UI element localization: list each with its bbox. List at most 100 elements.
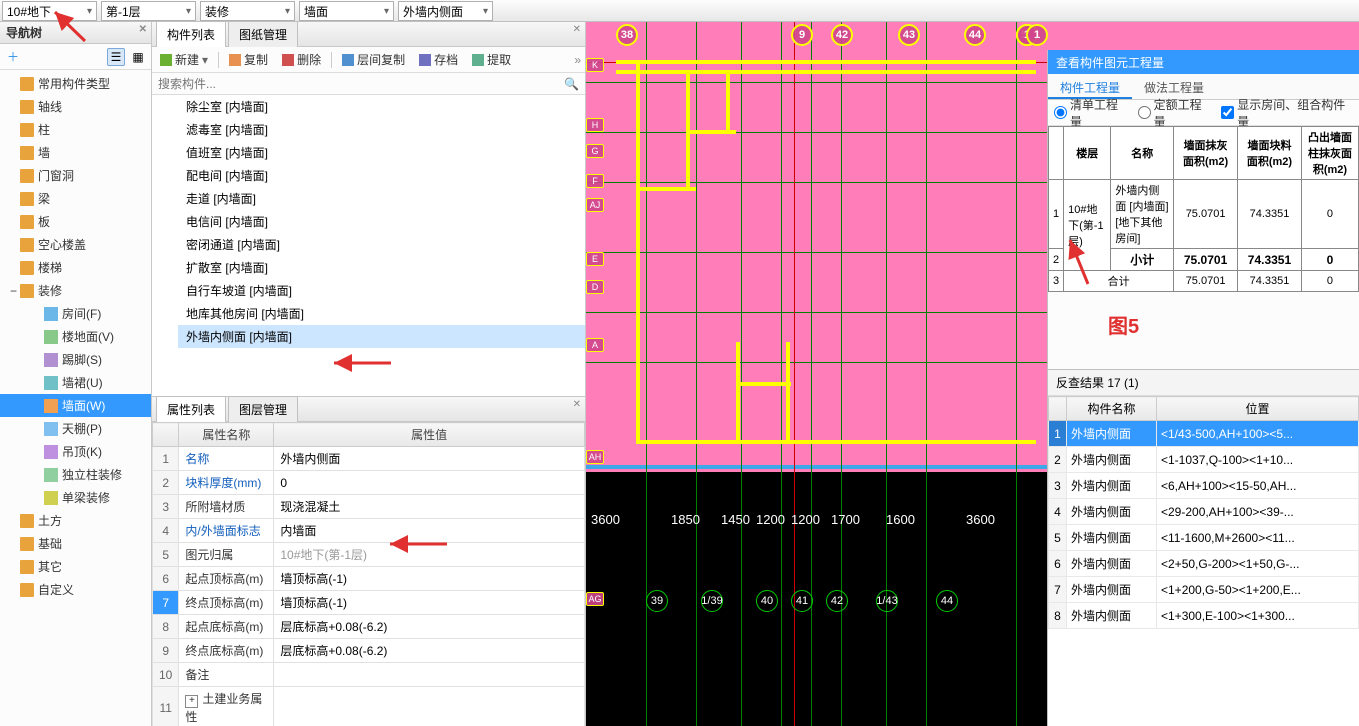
component-item[interactable]: 外墙内侧面 [内墙面] [178, 325, 585, 348]
component-item[interactable]: 除尘室 [内墙面] [178, 95, 585, 118]
component-list[interactable]: 除尘室 [内墙面]滤毒室 [内墙面]值班室 [内墙面]配电间 [内墙面]走道 [… [152, 95, 585, 396]
tree-group[interactable]: 其它 [0, 555, 151, 578]
component-item[interactable]: 自行车坡道 [内墙面] [178, 279, 585, 302]
tree-group[interactable]: 土方 [0, 509, 151, 532]
combo-type[interactable]: 墙面▾ [299, 1, 394, 21]
archive-button[interactable]: 存档 [415, 49, 462, 70]
component-item[interactable]: 值班室 [内墙面] [178, 141, 585, 164]
add-icon[interactable]: ＋ [4, 48, 22, 66]
layer-copy-button[interactable]: 层间复制 [338, 49, 409, 70]
tree-group[interactable]: 门窗洞 [0, 164, 151, 187]
folder-icon [20, 123, 34, 137]
qty-row[interactable]: 3合计75.070174.33510 [1049, 271, 1359, 292]
check-row[interactable]: 5外墙内侧面<11-1600,M+2600><11... [1049, 525, 1359, 551]
property-row[interactable]: 10备注 [153, 663, 585, 687]
new-button[interactable]: 新建 ▾ [156, 49, 212, 70]
check-row[interactable]: 1外墙内侧面<1/43-500,AH+100><5... [1049, 421, 1359, 447]
tab-property-list[interactable]: 属性列表 [156, 396, 226, 422]
tree-child[interactable]: 楼地面(V) [0, 325, 151, 348]
view-grid-icon[interactable]: ▦ [129, 48, 147, 66]
tab-component-list[interactable]: 构件列表 [156, 21, 226, 47]
combo-component[interactable]: 外墙内侧面▾ [398, 1, 493, 21]
col-prop-value: 属性值 [274, 423, 585, 447]
property-row[interactable]: 8起点底标高(m)层底标高+0.08(-6.2) [153, 615, 585, 639]
check-row[interactable]: 3外墙内侧面<6,AH+100><15-50,AH... [1049, 473, 1359, 499]
tree-child[interactable]: 房间(F) [0, 302, 151, 325]
tree-child[interactable]: 天棚(P) [0, 417, 151, 440]
property-row[interactable]: 2块料厚度(mm)0 [153, 471, 585, 495]
check-table[interactable]: 构件名称位置 1外墙内侧面<1/43-500,AH+100><5...2外墙内侧… [1048, 396, 1359, 726]
tree-group[interactable]: 梁 [0, 187, 151, 210]
search-input[interactable] [158, 77, 564, 91]
type-icon [44, 399, 58, 413]
tree-group[interactable]: 空心楼盖 [0, 233, 151, 256]
tree-child[interactable]: 墙裙(U) [0, 371, 151, 394]
view-list-icon[interactable]: ☰ [107, 48, 125, 66]
tree-child[interactable]: 单梁装修 [0, 486, 151, 509]
tree-group[interactable]: 自定义 [0, 578, 151, 601]
folder-icon [20, 238, 34, 252]
nav-tree[interactable]: 常用构件类型轴线柱墙门窗洞梁板空心楼盖楼梯−装修房间(F)楼地面(V)踢脚(S)… [0, 70, 151, 726]
tree-group[interactable]: 基础 [0, 532, 151, 555]
component-item[interactable]: 密闭通道 [内墙面] [178, 233, 585, 256]
check-row[interactable]: 4外墙内侧面<29-200,AH+100><39-... [1049, 499, 1359, 525]
more-icon[interactable]: » [574, 53, 581, 67]
tree-child[interactable]: 独立柱装修 [0, 463, 151, 486]
col-prop-name: 属性名称 [179, 423, 274, 447]
property-row[interactable]: 5图元归属10#地下(第-1层) [153, 543, 585, 567]
dimension-text: 3600 [591, 512, 620, 527]
search-icon[interactable]: 🔍 [564, 77, 579, 91]
combo-building[interactable]: 10#地下▾ [2, 1, 97, 21]
component-tabs: 构件列表 图纸管理 ✕ [152, 22, 585, 47]
check-row[interactable]: 7外墙内侧面<1+200,G-50><1+200,E... [1049, 577, 1359, 603]
component-item[interactable]: 电信间 [内墙面] [178, 210, 585, 233]
component-item[interactable]: 滤毒室 [内墙面] [178, 118, 585, 141]
chevron-down-icon: ▾ [285, 6, 290, 17]
quantity-table[interactable]: 楼层名称墙面抹灰面积(m2)墙面块料面积(m2)凸出墙面柱抹灰面积(m2)110… [1048, 126, 1359, 292]
delete-button[interactable]: 删除 [278, 49, 325, 70]
check-row[interactable]: 6外墙内侧面<2+50,G-200><1+50,G-... [1049, 551, 1359, 577]
tree-group[interactable]: −装修 [0, 279, 151, 302]
close-icon[interactable]: ✕ [139, 24, 147, 35]
component-item[interactable]: 扩散室 [内墙面] [178, 256, 585, 279]
component-item[interactable]: 地库其他房间 [内墙面] [178, 302, 585, 325]
property-row[interactable]: 11土建业务属性 [153, 687, 585, 726]
radio-quota-qty[interactable]: 定额工程量 [1138, 96, 1212, 130]
radio-list-qty[interactable]: 清单工程量 [1054, 96, 1128, 130]
tree-group[interactable]: 板 [0, 210, 151, 233]
close-icon[interactable]: ✕ [573, 399, 581, 410]
combo-floor[interactable]: 第-1层▾ [101, 1, 196, 21]
folder-icon [20, 284, 34, 298]
axis-tag: A [586, 338, 604, 352]
component-item[interactable]: 配电间 [内墙面] [178, 164, 585, 187]
tab-layer-mgmt[interactable]: 图层管理 [228, 396, 298, 422]
property-row[interactable]: 6起点顶标高(m)墙顶标高(-1) [153, 567, 585, 591]
copy-button[interactable]: 复制 [225, 49, 272, 70]
extract-button[interactable]: 提取 [468, 49, 515, 70]
tree-group[interactable]: 柱 [0, 118, 151, 141]
combo-category[interactable]: 装修▾ [200, 1, 295, 21]
component-item[interactable]: 走道 [内墙面] [178, 187, 585, 210]
property-row[interactable]: 7终点顶标高(m)墙顶标高(-1) [153, 591, 585, 615]
tree-child[interactable]: 吊顶(K) [0, 440, 151, 463]
property-row[interactable]: 1名称外墙内侧面 [153, 447, 585, 471]
close-icon[interactable]: ✕ [573, 24, 581, 35]
chk-show-room[interactable]: 显示房间、组合构件量 [1221, 96, 1353, 130]
tree-child[interactable]: 踢脚(S) [0, 348, 151, 371]
property-row[interactable]: 9终点底标高(m)层底标高+0.08(-6.2) [153, 639, 585, 663]
qty-row[interactable]: 110#地下(第-1层)外墙内侧面 [内墙面] [地下其他房间]75.07017… [1049, 180, 1359, 249]
property-row[interactable]: 3所附墙材质现浇混凝土 [153, 495, 585, 519]
property-grid[interactable]: 属性名称属性值 1名称外墙内侧面2块料厚度(mm)03所附墙材质现浇混凝土4内/… [152, 422, 585, 726]
tree-group[interactable]: 轴线 [0, 95, 151, 118]
check-row[interactable]: 8外墙内侧面<1+300,E-100><1+300... [1049, 603, 1359, 629]
tree-child[interactable]: 墙面(W) [0, 394, 151, 417]
tree-group[interactable]: 墙 [0, 141, 151, 164]
folder-icon [20, 215, 34, 229]
axis-bubble: 1/43 [876, 590, 898, 612]
check-row[interactable]: 2外墙内侧面<1-1037,Q-100><1+10... [1049, 447, 1359, 473]
tree-group[interactable]: 常用构件类型 [0, 72, 151, 95]
property-row[interactable]: 4内/外墙面标志内墙面 [153, 519, 585, 543]
type-icon [44, 376, 58, 390]
tab-drawing-mgmt[interactable]: 图纸管理 [228, 21, 298, 47]
tree-group[interactable]: 楼梯 [0, 256, 151, 279]
